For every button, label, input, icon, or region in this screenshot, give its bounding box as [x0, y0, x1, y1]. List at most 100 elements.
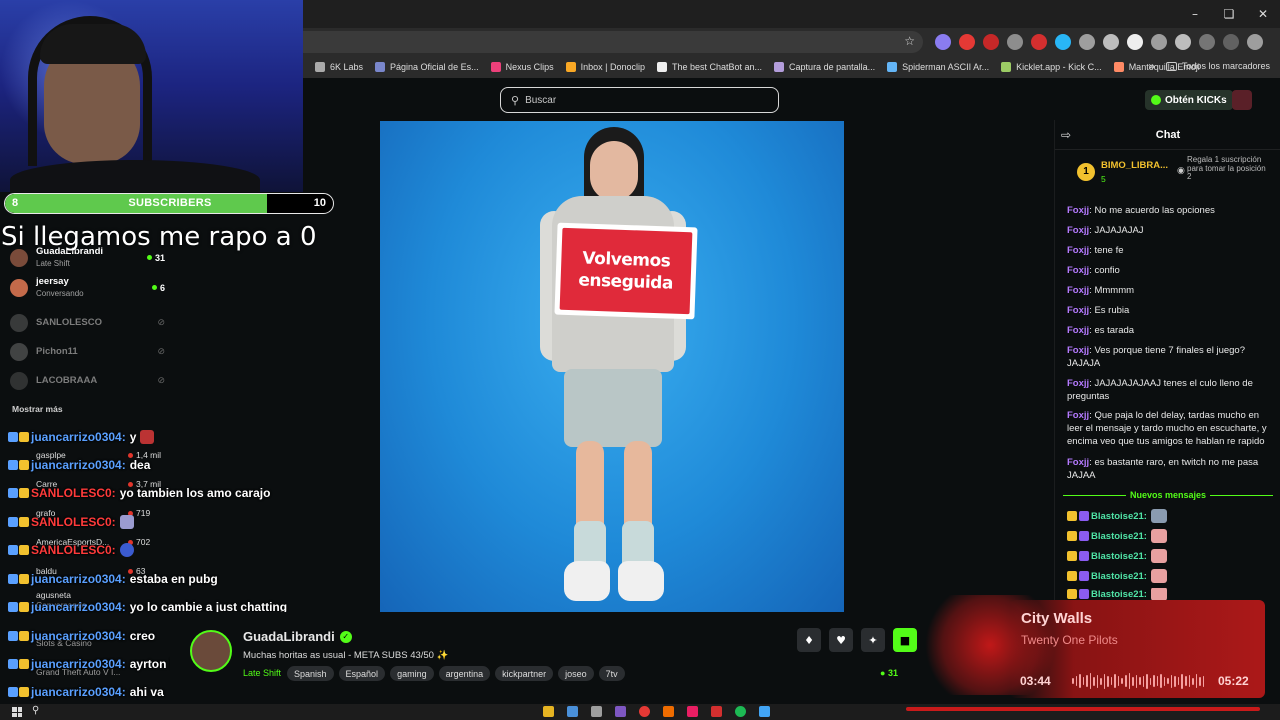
- discord-icon[interactable]: [615, 706, 626, 717]
- chrome-icon[interactable]: [639, 706, 650, 717]
- live-dot-icon: [146, 255, 152, 260]
- extension-icon[interactable]: [1151, 34, 1167, 50]
- wave-bar: [1132, 676, 1134, 686]
- sidebar-item-jeersay[interactable]: jeersay Conversando 6: [10, 274, 165, 301]
- wave-bar: [1086, 675, 1088, 687]
- tag-chip[interactable]: 7tv: [598, 666, 625, 681]
- tag-chip[interactable]: kickpartner: [495, 666, 554, 681]
- extension-icon[interactable]: [1127, 34, 1143, 50]
- extension-icon[interactable]: [1079, 34, 1095, 50]
- puzzle-icon[interactable]: [1175, 34, 1191, 50]
- bookmark-favicon-icon: [656, 62, 667, 72]
- sidebar-item-lacobraaa[interactable]: LACOBRAAA ⊘: [10, 367, 165, 394]
- avatar[interactable]: [190, 630, 232, 672]
- chat-message: Blastoise21:: [1067, 528, 1275, 544]
- chat-badges-icon: [8, 602, 29, 612]
- verified-icon: ✓: [339, 630, 352, 643]
- bookmark-item[interactable]: Captura de pantalla...: [774, 62, 875, 72]
- profile-icon[interactable]: [1223, 34, 1239, 50]
- wave-bar: [1153, 675, 1155, 687]
- steam-icon[interactable]: [567, 706, 578, 717]
- sub-badge-icon: [1079, 589, 1089, 599]
- wave-bar: [1082, 677, 1085, 685]
- tag-chip[interactable]: argentina: [438, 666, 491, 681]
- wave-bar: [1146, 673, 1148, 689]
- address-bar[interactable]: ☆: [303, 31, 923, 53]
- new-messages-divider: Nuevos mensajes: [1063, 488, 1274, 502]
- channel-name[interactable]: GuadaLibrandi: [243, 629, 335, 644]
- user-avatar[interactable]: [1232, 90, 1252, 110]
- bookmark-star-icon[interactable]: ☆: [904, 34, 915, 48]
- wave-bar: [1188, 675, 1191, 687]
- chat-badges-icon: [8, 631, 29, 641]
- extension-icon[interactable]: [1031, 34, 1047, 50]
- wave-bar: [1163, 676, 1166, 686]
- close-icon[interactable]: ✕: [1246, 0, 1280, 28]
- extension-icon[interactable]: [959, 34, 975, 50]
- wave-bar: [1167, 678, 1169, 684]
- search-input[interactable]: ⚲ Buscar: [500, 87, 779, 113]
- wave-bar: [1174, 675, 1176, 687]
- extension-icon[interactable]: [1055, 34, 1071, 50]
- tag-chip[interactable]: Español: [338, 666, 386, 681]
- all-bookmarks[interactable]: Todos los marcadores: [1165, 61, 1270, 71]
- show-more-link[interactable]: Mostrar más: [12, 404, 63, 414]
- bell-icon[interactable]: ♦: [797, 628, 821, 652]
- overlay-chat-line: SANLOLESC0: yo tambien los amo carajo: [8, 483, 270, 503]
- search-icon[interactable]: ⚲: [32, 705, 39, 716]
- app-icon[interactable]: [759, 706, 770, 717]
- gift-leaderboard[interactable]: 1 BIMO_LIBRA... 5 ◉ Regala 1 suscripción…: [1075, 155, 1275, 192]
- wave-bar: [1139, 677, 1141, 685]
- chat-badges-icon: [8, 687, 29, 697]
- bookmark-item[interactable]: Kicklet.app - Kick C...: [1001, 62, 1102, 72]
- wave-bar: [1124, 675, 1127, 687]
- chat-message: Foxjj: No me acuerdo las opciones: [1067, 205, 1215, 216]
- restore-icon[interactable]: ❏: [1212, 0, 1246, 28]
- wave-bar: [1142, 675, 1145, 687]
- app-icon[interactable]: [711, 706, 722, 717]
- wave-bar: [1114, 674, 1116, 688]
- sparkle-icon[interactable]: ✦: [861, 628, 885, 652]
- bookmark-item[interactable]: Spiderman ASCII Ar...: [887, 62, 989, 72]
- screen: – ❏ ✕ ☆ 6K Labs Página Oficial de Es... …: [0, 0, 1280, 720]
- app-icon[interactable]: [687, 706, 698, 717]
- tag-chip[interactable]: gaming: [390, 666, 434, 681]
- wave-bar: [1192, 677, 1194, 685]
- sidebar-item-sanlolesco[interactable]: SANLOLESCO ⊘: [10, 309, 165, 336]
- gift-icon[interactable]: ■: [893, 628, 917, 652]
- tag-chip[interactable]: joseo: [558, 666, 594, 681]
- menu-dots-icon[interactable]: [1247, 34, 1263, 50]
- spotify-icon[interactable]: [735, 706, 746, 717]
- crown-badge-icon: [1067, 511, 1077, 521]
- stream-category[interactable]: Late Shift: [243, 668, 281, 678]
- overlay-chat-line: juancarrizo0304: y: [8, 427, 155, 447]
- bookmark-item[interactable]: Inbox | Donoclip: [565, 62, 645, 72]
- bookmark-item[interactable]: 6K Labs: [315, 62, 363, 72]
- windows-start-icon[interactable]: [12, 707, 22, 717]
- bookmark-item[interactable]: Página Oficial de Es...: [375, 62, 479, 72]
- minimize-icon[interactable]: –: [1178, 0, 1212, 28]
- tag-chip[interactable]: Spanish: [287, 666, 334, 681]
- extension-icon[interactable]: [983, 34, 999, 50]
- chat-badges-icon: [8, 460, 29, 470]
- extension-icon[interactable]: [1103, 34, 1119, 50]
- video-player[interactable]: Volvemos enseguida: [380, 121, 844, 612]
- get-kicks-button[interactable]: Obtén KICKs: [1145, 90, 1233, 110]
- sidebar-item-pichon11[interactable]: Pichon11 ⊘: [10, 338, 165, 365]
- extension-icon[interactable]: [1007, 34, 1023, 50]
- overlay-chat-line: juancarrizo0304: dea: [8, 455, 150, 475]
- wave-bar: [1202, 675, 1205, 687]
- emote-icon: [1150, 569, 1167, 583]
- extension-icon[interactable]: [935, 34, 951, 50]
- webcam-overlay: [0, 0, 303, 192]
- app-icon[interactable]: [591, 706, 602, 717]
- chat-message: Foxjj: JAJAJAJAJAAJ tenes el culo lleno …: [1067, 378, 1253, 402]
- sidebar-toggle-icon[interactable]: [1199, 34, 1215, 50]
- file-explorer-icon[interactable]: [543, 706, 554, 717]
- brave-icon[interactable]: [663, 706, 674, 717]
- bookmarks-overflow-icon[interactable]: »: [1148, 59, 1155, 73]
- bookmark-item[interactable]: Nexus Clips: [490, 62, 554, 72]
- bookmark-item[interactable]: The best ChatBot an...: [656, 62, 762, 72]
- heart-icon[interactable]: ♥: [829, 628, 853, 652]
- gift-icon: ◉: [1177, 166, 1185, 176]
